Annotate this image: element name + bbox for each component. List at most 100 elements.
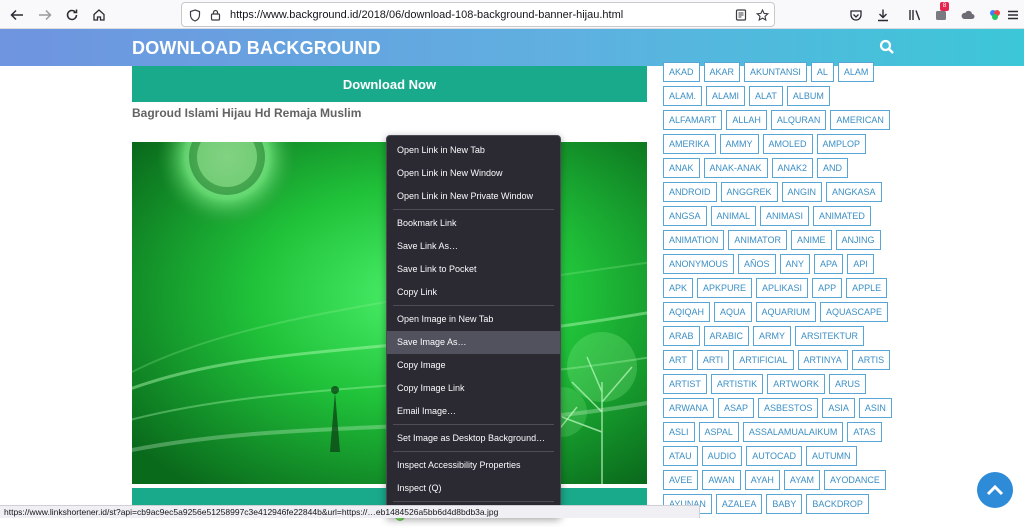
download-now-button[interactable]: Download Now <box>132 66 647 102</box>
tag-link[interactable]: ANY <box>779 254 811 274</box>
ctx-email-image[interactable]: Email Image… <box>387 400 560 423</box>
tag-link[interactable]: ANAK2 <box>771 158 814 178</box>
url-bar[interactable]: https://www.background.id/2018/06/downlo… <box>181 2 775 27</box>
tag-link[interactable]: AYAM <box>783 470 821 490</box>
tag-link[interactable]: ANIMAL <box>710 206 757 226</box>
tag-link[interactable]: AMERICAN <box>830 110 890 130</box>
tag-link[interactable]: AL <box>810 62 834 82</box>
tag-link[interactable]: ATAS <box>847 422 882 442</box>
ctx-save-image-as[interactable]: Save Image As… <box>387 331 560 354</box>
tag-link[interactable]: AQUA <box>714 302 752 322</box>
library-icon[interactable] <box>904 4 926 26</box>
tag-link[interactable]: ANIMATOR <box>728 230 788 250</box>
search-icon[interactable] <box>879 39 895 55</box>
ctx-set-desktop-background[interactable]: Set Image as Desktop Background… <box>387 427 560 450</box>
tag-link[interactable]: ALFAMART <box>663 110 723 130</box>
downloads-icon[interactable] <box>872 4 894 26</box>
tag-link[interactable]: ARSITEKTUR <box>795 326 865 346</box>
tag-link[interactable]: ALBUM <box>786 86 830 106</box>
tag-link[interactable]: ARUS <box>829 374 867 394</box>
tag-link[interactable]: AMOLED <box>762 134 813 154</box>
ctx-bookmark-link[interactable]: Bookmark Link <box>387 212 560 235</box>
app-menu-icon[interactable] <box>1002 4 1024 26</box>
bookmark-star-icon[interactable] <box>755 8 769 22</box>
tag-link[interactable]: ANIMASI <box>760 206 810 226</box>
tag-link[interactable]: AQIQAH <box>663 302 711 322</box>
ctx-open-link-private-window[interactable]: Open Link in New Private Window <box>387 185 560 208</box>
tag-link[interactable]: ARWANA <box>663 398 715 418</box>
tag-link[interactable]: ANGIN <box>781 182 823 202</box>
tag-link[interactable]: ARTIFICIAL <box>733 350 794 370</box>
ctx-save-link-pocket[interactable]: Save Link to Pocket <box>387 258 560 281</box>
tag-link[interactable]: ANIME <box>791 230 832 250</box>
tag-link[interactable]: ANAK <box>663 158 700 178</box>
ctx-open-link-new-tab[interactable]: Open Link in New Tab <box>387 139 560 162</box>
tag-link[interactable]: ARAB <box>663 326 700 346</box>
back-arrow-icon[interactable] <box>6 4 28 26</box>
scroll-to-top-button[interactable] <box>977 472 1013 508</box>
reload-icon[interactable] <box>61 4 83 26</box>
tag-link[interactable]: AVEE <box>663 470 699 490</box>
tag-link[interactable]: ANIMATED <box>813 206 871 226</box>
tag-link[interactable]: ALQURAN <box>770 110 827 130</box>
tag-link[interactable]: AYAH <box>744 470 780 490</box>
ctx-copy-image[interactable]: Copy Image <box>387 354 560 377</box>
tag-link[interactable]: ANGGREK <box>720 182 778 202</box>
ctx-open-link-new-window[interactable]: Open Link in New Window <box>387 162 560 185</box>
home-icon[interactable] <box>88 4 110 26</box>
tag-link[interactable]: ARABIC <box>703 326 750 346</box>
tag-link[interactable]: ART <box>663 350 693 370</box>
ctx-inspect[interactable]: Inspect (Q) <box>387 477 560 500</box>
tag-link[interactable]: AKUNTANSI <box>744 62 807 82</box>
tag-link[interactable]: APP <box>812 278 843 298</box>
tag-link[interactable]: APPLE <box>846 278 888 298</box>
tag-link[interactable]: ASBESTOS <box>758 398 819 418</box>
ctx-copy-link[interactable]: Copy Link <box>387 281 560 304</box>
tag-link[interactable]: AQUARIUM <box>755 302 817 322</box>
tag-link[interactable]: ANONYMOUS <box>663 254 735 274</box>
lock-icon[interactable] <box>208 8 222 22</box>
forward-arrow-icon[interactable] <box>34 4 56 26</box>
tag-link[interactable]: APLIKASI <box>756 278 809 298</box>
ctx-copy-image-link[interactable]: Copy Image Link <box>387 377 560 400</box>
tag-link[interactable]: ANJING <box>835 230 881 250</box>
tag-link[interactable]: ASLI <box>663 422 695 442</box>
tag-link[interactable]: AÑOS <box>738 254 776 274</box>
tag-link[interactable]: ALLAH <box>726 110 767 130</box>
tag-link[interactable]: AUTUMN <box>806 446 857 466</box>
tag-link[interactable]: API <box>847 254 874 274</box>
ctx-inspect-accessibility[interactable]: Inspect Accessibility Properties <box>387 454 560 477</box>
tag-link[interactable]: ARTI <box>696 350 730 370</box>
tag-link[interactable]: AMMY <box>719 134 759 154</box>
pocket-icon[interactable] <box>845 4 867 26</box>
tag-link[interactable]: ANGSA <box>663 206 707 226</box>
reader-view-icon[interactable] <box>734 8 748 22</box>
tag-link[interactable]: ASIN <box>858 398 892 418</box>
tag-link[interactable]: BABY <box>766 494 803 514</box>
tag-link[interactable]: APK <box>663 278 694 298</box>
tag-link[interactable]: AMPLOP <box>816 134 867 154</box>
tag-link[interactable]: ARTIS <box>851 350 891 370</box>
tag-link[interactable]: ANIMATION <box>663 230 725 250</box>
tag-link[interactable]: AKAR <box>703 62 741 82</box>
tag-link[interactable]: ARTISTIK <box>710 374 764 394</box>
ctx-open-image-new-tab[interactable]: Open Image in New Tab <box>387 308 560 331</box>
tag-link[interactable]: ANGKASA <box>826 182 882 202</box>
tag-link[interactable]: ARMY <box>753 326 792 346</box>
tracking-shield-icon[interactable] <box>188 8 202 22</box>
tag-link[interactable]: AKAD <box>663 62 700 82</box>
cloud-extension-icon[interactable] <box>956 4 978 26</box>
tag-link[interactable]: ATAU <box>663 446 698 466</box>
tag-link[interactable]: BACKDROP <box>806 494 869 514</box>
site-title[interactable]: DOWNLOAD BACKGROUND <box>132 38 381 59</box>
tag-link[interactable]: ASPAL <box>698 422 739 442</box>
ctx-save-link-as[interactable]: Save Link As… <box>387 235 560 258</box>
tag-link[interactable]: AMERIKA <box>663 134 716 154</box>
tag-link[interactable]: AND <box>817 158 849 178</box>
tag-link[interactable]: ALAMI <box>706 86 746 106</box>
tag-link[interactable]: AWAN <box>702 470 741 490</box>
tag-link[interactable]: ASIA <box>822 398 855 418</box>
tag-link[interactable]: ANAK-ANAK <box>703 158 768 178</box>
tag-link[interactable]: ARTWORK <box>767 374 826 394</box>
tag-link[interactable]: AUDIO <box>701 446 743 466</box>
